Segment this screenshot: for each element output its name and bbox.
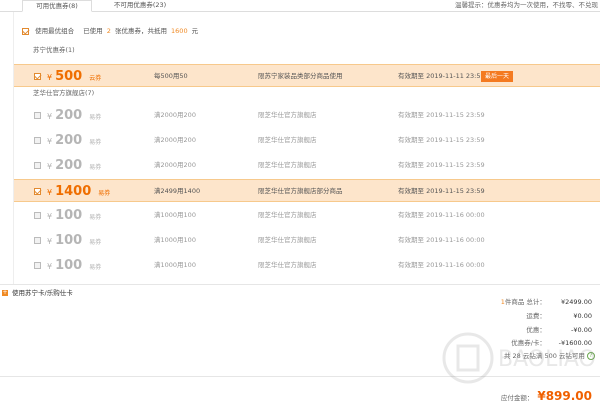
coupon-validity: 有效期至 2019-11-16 00:00 (398, 261, 485, 269)
coupon-amount: ¥100 易券 (47, 257, 101, 275)
currency-symbol: ¥ (47, 262, 53, 271)
coupon-amount: ¥200 易券 (47, 157, 101, 175)
coupon-scope: 限芝华仕官方旗舰店 (258, 111, 317, 119)
coupon-row[interactable]: ¥1400 易券 满2499用1400 限芝华仕官方旗舰店部分商品 有效期至 2019-… (14, 179, 600, 202)
use-card-label: 使用苏宁卡/乐购仕卡 (12, 289, 73, 297)
coupon-scope: 限芝华仕官方旗舰店 (258, 211, 317, 219)
coupon-type: 易券 (89, 214, 102, 221)
coupon-validity: 有效期至 2019-11-15 23:59 (398, 161, 485, 169)
coupon-amount: ¥200 易券 (47, 107, 101, 125)
coupon-scope: 限芝华仕官方旗舰店 (258, 136, 317, 144)
coupon-validity: 有效期至 2019-11-15 23:59 (398, 187, 485, 195)
coupon-value: 500 (55, 69, 83, 84)
coupon-scope: 限芝华仕官方旗舰店部分商品 (258, 187, 343, 195)
coupon-value: 200 (55, 133, 83, 148)
coupon-validity: 有效期至 2019-11-16 00:00 (398, 236, 485, 244)
coupon-checkbox[interactable] (34, 188, 41, 195)
coupon-value: 1400 (55, 184, 92, 199)
combo-used-suffix: 元 (191, 27, 199, 35)
coupon-row[interactable]: ¥100 易券 满1000用100 限芝华仕官方旗舰店 有效期至 2019-11-16 … (14, 254, 600, 277)
coupon-condition: 满1000用100 (154, 261, 196, 269)
coupon-condition: 每500用50 (154, 72, 188, 80)
coupon-scope: 限芝华仕官方旗舰店 (258, 261, 317, 269)
currency-symbol: ¥ (47, 73, 53, 82)
coupon-checkbox[interactable] (34, 112, 41, 119)
coupon-checkbox[interactable] (34, 237, 41, 244)
coupon-scope: 限芝华仕官方旗舰店 (258, 161, 317, 169)
coupon-scope: 限芝华仕官方旗舰店 (258, 236, 317, 244)
group-title-zhifuzi: 芝华仕官方旗舰店(7) (33, 89, 95, 97)
coupon-condition: 满1000用100 (154, 211, 196, 219)
watermark-logo: BAOLIAO (442, 332, 596, 384)
expand-plus-icon[interactable]: + (2, 290, 8, 296)
coupon-condition: 满2499用1400 (154, 187, 201, 195)
coupon-condition: 满1000用100 (154, 236, 196, 244)
currency-symbol: ¥ (47, 212, 53, 221)
combo-used-amount: 1600 (171, 27, 188, 35)
coupon-amount: ¥100 易券 (47, 232, 101, 250)
coupon-row[interactable]: ¥200 易券 满2000用200 限芝华仕官方旗舰店 有效期至 2019-11-15 … (14, 129, 600, 152)
combo-used-prefix: 已使用 (83, 27, 103, 35)
last-day-badge: 最后一天 (481, 71, 514, 82)
combo-used-mid: 张优惠券，共抵用 (114, 27, 167, 35)
coupon-checkbox[interactable] (34, 162, 41, 169)
currency-symbol: ¥ (47, 137, 53, 146)
coupon-value: 100 (55, 233, 83, 248)
coupon-checkbox[interactable] (34, 137, 41, 144)
currency-symbol: ¥ (47, 162, 53, 171)
use-card-toggle[interactable]: + 使用苏宁卡/乐购仕卡 (2, 288, 73, 298)
coupon-value: 200 (55, 108, 83, 123)
items-label: 件商品 总计： (504, 298, 546, 306)
coupon-row[interactable]: ¥500 云券 每500用50 限苏宁家装品类部分商品使用 有效期至 2019-11-1… (14, 64, 600, 87)
coupon-row[interactable]: ¥100 易券 满1000用100 限芝华仕官方旗舰店 有效期至 2019-11-16 … (14, 229, 600, 252)
coupon-amount: ¥200 易券 (47, 132, 101, 150)
coupon-type: 易券 (89, 139, 102, 146)
coupon-value: 200 (55, 158, 83, 173)
coupon-type: 易券 (89, 239, 102, 246)
coupon-row[interactable]: ¥200 易券 满2000用200 限芝华仕官方旗舰店 有效期至 2019-11-15 … (14, 104, 600, 127)
coupon-checkbox[interactable] (34, 212, 41, 219)
watermark-text: BAOLIAO (498, 347, 596, 372)
coupon-amount: ¥100 易券 (47, 207, 101, 225)
currency-symbol: ¥ (47, 188, 53, 197)
coupon-type: 易券 (98, 190, 111, 197)
divider (0, 284, 600, 285)
coupon-value: 100 (55, 258, 83, 273)
group-title-suning: 苏宁优惠券(1) (33, 46, 75, 54)
coupon-scope: 限苏宁家装品类部分商品使用 (258, 72, 343, 80)
currency-symbol: ¥ (47, 237, 53, 246)
coupon-type: 云券 (89, 75, 102, 82)
coupon-validity: 有效期至 2019-11-15 23:59 (398, 136, 485, 144)
coupon-value: 100 (55, 208, 83, 223)
items-total-value: ¥2499.00 (560, 298, 592, 306)
coupon-amount: ¥500 云券 (47, 68, 101, 86)
best-combo-checkbox[interactable] (22, 27, 29, 35)
best-combo-row[interactable]: 使用最优组合 已使用 2 张优惠券，共抵用 1600 元 (22, 25, 198, 37)
coupon-validity: 有效期至 2019-11-16 00:00 (398, 211, 485, 219)
combo-used-count: 2 (106, 27, 111, 35)
summary-items-total: 1件商品 总计： ¥2499.00 (501, 296, 592, 308)
tab-unavailable-coupons[interactable]: 不可用优惠券(23) (95, 0, 185, 12)
coupon-condition: 满2000用200 (154, 111, 196, 119)
coupon-tip: 温馨提示：优惠券均为一次使用，不找零、不兑现 (455, 1, 598, 9)
coupon-condition: 满2000用200 (154, 161, 196, 169)
coupon-checkbox[interactable] (34, 262, 41, 269)
coupon-row[interactable]: ¥200 易券 满2000用200 限芝华仕官方旗舰店 有效期至 2019-11-15 … (14, 154, 600, 177)
coupon-type: 易券 (89, 264, 102, 271)
coupon-validity: 有效期至 2019-11-15 23:59 (398, 111, 485, 119)
coupon-amount: ¥1400 易券 (47, 183, 110, 201)
tab-available-coupons[interactable]: 可用优惠券(8) (22, 0, 92, 12)
coupon-validity: 有效期至 2019-11-11 23:59 (398, 72, 485, 80)
best-combo-label: 使用最优组合 (35, 27, 75, 35)
coupon-checkbox[interactable] (34, 73, 41, 80)
coupon-tabs: 可用优惠券(8) 不可用优惠券(23) 温馨提示：优惠券均为一次使用，不找零、不… (0, 0, 600, 12)
coupon-type: 易券 (89, 164, 102, 171)
coupon-type: 易券 (89, 114, 102, 121)
currency-symbol: ¥ (47, 112, 53, 121)
coupon-row[interactable]: ¥100 易券 满1000用100 限芝华仕官方旗舰店 有效期至 2019-11-16 … (14, 204, 600, 227)
coupon-condition: 满2000用200 (154, 136, 196, 144)
